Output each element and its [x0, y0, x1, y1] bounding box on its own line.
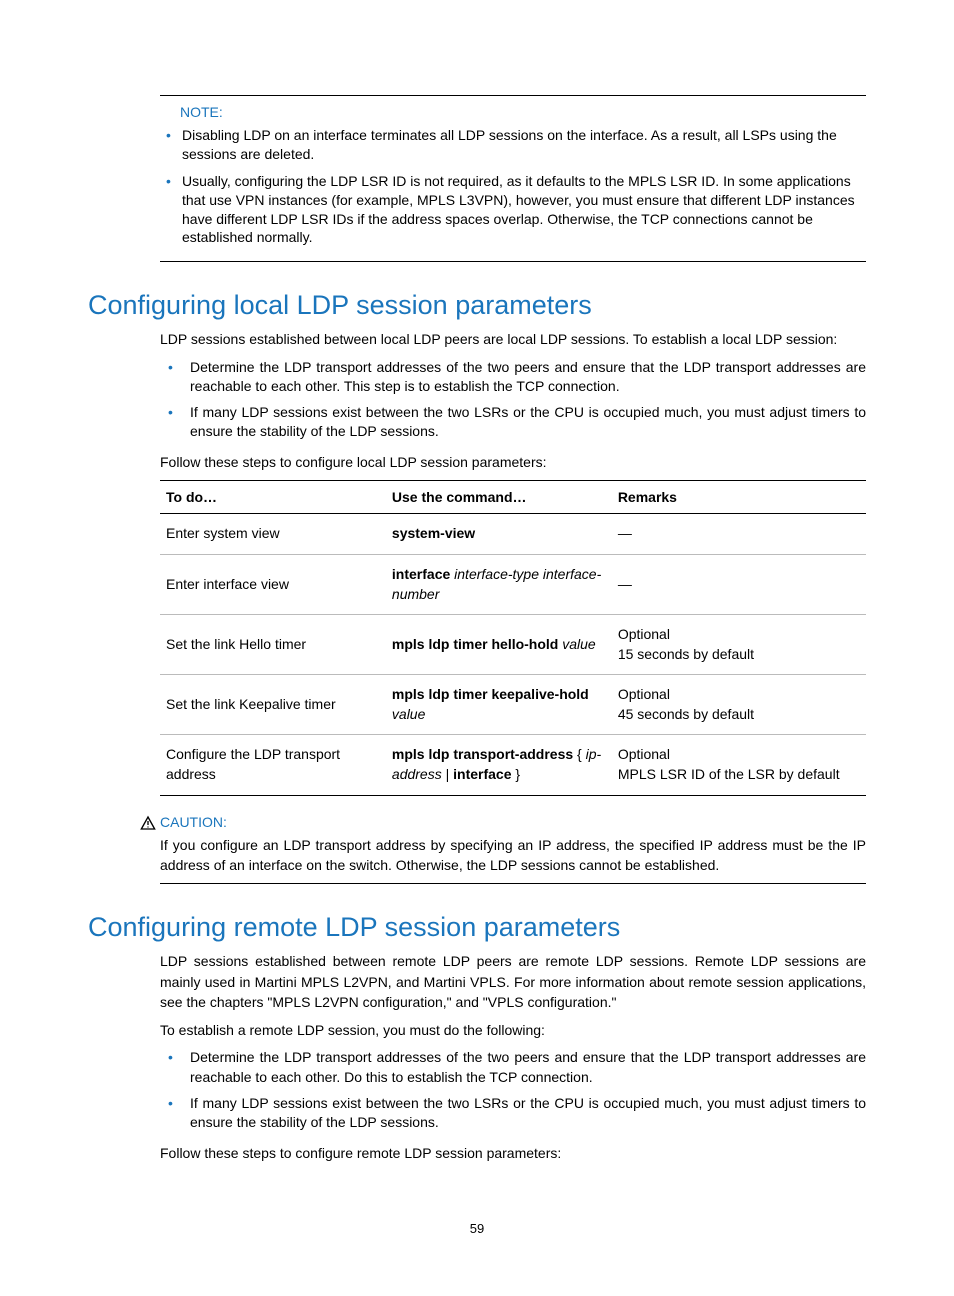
section2-bullets: Determine the LDP transport addresses of…	[160, 1048, 866, 1132]
table-cell-cmd: system-view	[386, 514, 612, 555]
table-cell-remarks: OptionalMPLS LSR ID of the LSR by defaul…	[612, 735, 866, 795]
table-cell-cmd: mpls ldp transport-address { ip-address …	[386, 735, 612, 795]
page: NOTE: Disabling LDP on an interface term…	[0, 0, 954, 1296]
section-heading-local: Configuring local LDP session parameters	[88, 290, 866, 321]
table-cell-remarks: —	[612, 514, 866, 555]
table-cell-remarks: —	[612, 554, 866, 614]
table-cell-todo: Configure the LDP transport address	[160, 735, 386, 795]
note-item: Disabling LDP on an interface terminates…	[160, 126, 866, 164]
table-cell-todo: Set the link Keepalive timer	[160, 675, 386, 735]
section1-bullets: Determine the LDP transport addresses of…	[160, 358, 866, 442]
table-row: Enter system view system-view —	[160, 514, 866, 555]
caution-header: CAUTION:	[140, 814, 866, 831]
table-cell-todo: Set the link Hello timer	[160, 615, 386, 675]
note-list: Disabling LDP on an interface terminates…	[160, 126, 866, 247]
section-heading-remote: Configuring remote LDP session parameter…	[88, 912, 866, 943]
table-row: Enter interface view interface interface…	[160, 554, 866, 614]
table-row: Configure the LDP transport address mpls…	[160, 735, 866, 795]
table-header-row: To do… Use the command… Remarks	[160, 481, 866, 514]
page-number: 59	[0, 1221, 954, 1236]
section1-lead: Follow these steps to configure local LD…	[160, 452, 866, 472]
table-header: To do…	[160, 481, 386, 514]
table-cell-todo: Enter system view	[160, 514, 386, 555]
table-header: Remarks	[612, 481, 866, 514]
table-row: Set the link Keepalive timer mpls ldp ti…	[160, 675, 866, 735]
list-item: If many LDP sessions exist between the t…	[160, 403, 866, 442]
list-item: If many LDP sessions exist between the t…	[160, 1094, 866, 1133]
note-label: NOTE:	[180, 104, 866, 120]
section2-intro: LDP sessions established between remote …	[160, 951, 866, 1012]
table-cell-remarks: Optional15 seconds by default	[612, 615, 866, 675]
config-table: To do… Use the command… Remarks Enter sy…	[160, 480, 866, 795]
section2-lead: To establish a remote LDP session, you m…	[160, 1020, 866, 1040]
table-cell-cmd: interface interface-type interface-numbe…	[386, 554, 612, 614]
table-cell-cmd: mpls ldp timer hello-hold value	[386, 615, 612, 675]
table-cell-todo: Enter interface view	[160, 554, 386, 614]
caution-box: CAUTION: If you configure an LDP transpo…	[160, 814, 866, 885]
section2-trail: Follow these steps to configure remote L…	[160, 1143, 866, 1163]
list-item: Determine the LDP transport addresses of…	[160, 1048, 866, 1087]
table-header: Use the command…	[386, 481, 612, 514]
list-item: Determine the LDP transport addresses of…	[160, 358, 866, 397]
content-area: NOTE: Disabling LDP on an interface term…	[160, 95, 866, 1163]
table-row: Set the link Hello timer mpls ldp timer …	[160, 615, 866, 675]
note-item: Usually, configuring the LDP LSR ID is n…	[160, 172, 866, 248]
warning-icon	[140, 815, 156, 831]
section1-intro: LDP sessions established between local L…	[160, 329, 866, 349]
table-cell-cmd: mpls ldp timer keepalive-hold value	[386, 675, 612, 735]
caution-label: CAUTION:	[160, 814, 227, 830]
table-cell-remarks: Optional45 seconds by default	[612, 675, 866, 735]
note-box: NOTE: Disabling LDP on an interface term…	[160, 95, 866, 262]
caution-text: If you configure an LDP transport addres…	[160, 835, 866, 876]
